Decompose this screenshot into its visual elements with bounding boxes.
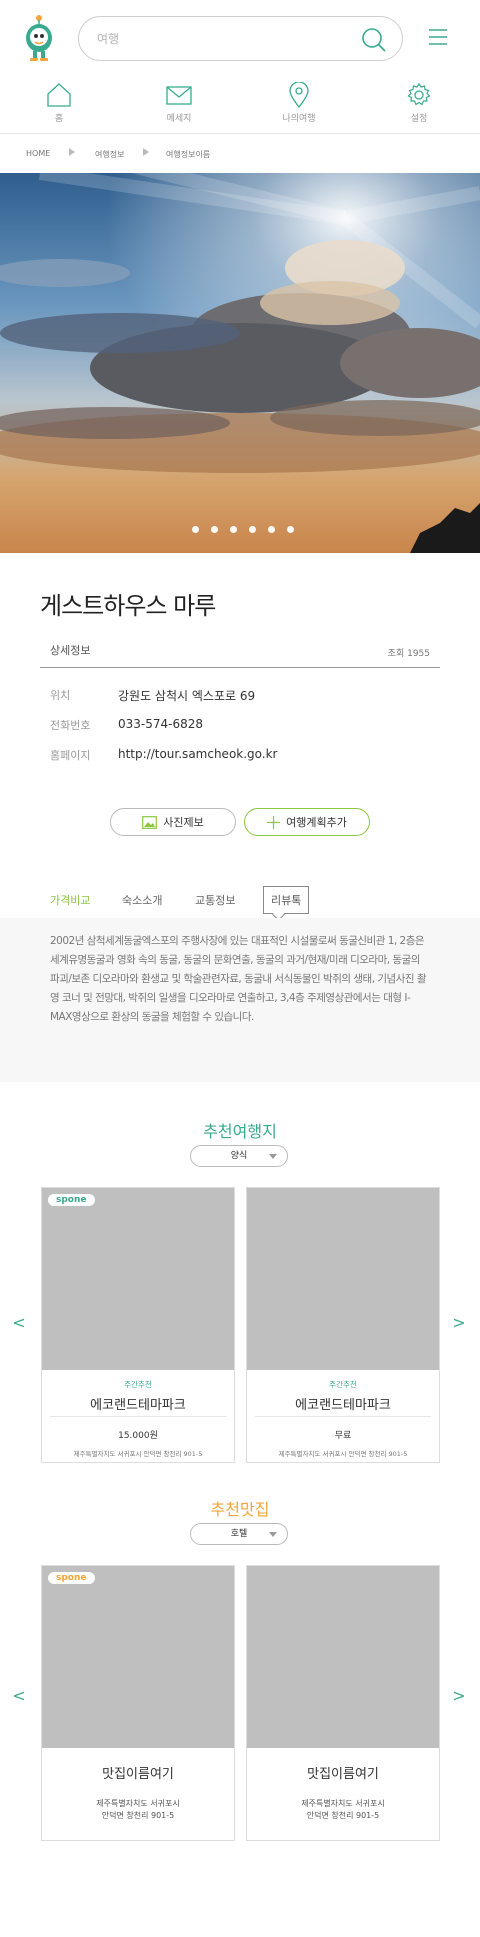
breadcrumb-separator-icon: [143, 148, 149, 156]
select-value: 호텔: [230, 1529, 248, 1539]
breadcrumb-travel-info[interactable]: 여행정보: [95, 149, 124, 160]
nav-item-settings[interactable]: 설정: [369, 82, 469, 132]
hero-sky-image: [0, 173, 480, 553]
description-text: 2002년 삼척세계동굴엑스포의 주행사장에 있는 대표적인 시설물로써 동굴신…: [50, 935, 427, 1023]
home-icon: [47, 83, 71, 107]
card-address: 제주특별자치도 서귀포시 안덕면 창천리 901-5: [278, 1450, 408, 1458]
carousel-prev-button[interactable]: <: [11, 1313, 27, 1333]
hero-image-slider[interactable]: [0, 173, 480, 553]
rec-travel-card[interactable]: spone 주간추천 에코랜드테마파크 15.000원 제주특별자치도 서귀포시…: [41, 1187, 235, 1463]
breadcrumb-separator-icon: [69, 148, 75, 156]
card-name: 맛집이름여기: [307, 1767, 379, 1782]
carousel-next-button[interactable]: >: [451, 1313, 467, 1333]
nav-item-message[interactable]: 메세지: [129, 82, 229, 132]
description-panel: 2002년 삼척세계동굴엑스포의 주행사장에 있는 대표적인 시설물로써 동굴신…: [0, 918, 480, 1082]
info-key: 위치: [50, 689, 71, 702]
section-title-rec-food: 추천맛집: [210, 1500, 270, 1519]
slider-dot[interactable]: [249, 526, 256, 533]
card-name: 에코랜드테마파크: [295, 1398, 391, 1413]
card-name: 에코랜드테마파크: [90, 1398, 186, 1413]
card-subtitle: 주간추천: [124, 1380, 152, 1389]
card-subtitle: 주간추천: [329, 1380, 357, 1389]
add-travel-plan-button[interactable]: 여행계획추가: [244, 808, 370, 836]
page-title: 게스트하우스 마루: [40, 592, 216, 620]
rec-food-card[interactable]: 맛집이름여기 제주특별자치도 서귀포시 안덕면 창천리 901-5: [246, 1565, 440, 1841]
card-address-line2: 안덕면 창천리 901-5: [306, 1811, 380, 1820]
view-count: 조회 1955: [387, 649, 430, 659]
card-name: 맛집이름여기: [102, 1767, 174, 1782]
photo-report-button[interactable]: 사진제보: [110, 808, 236, 836]
nav-label-message: 메세지: [166, 114, 192, 124]
info-key: 전화번호: [50, 719, 91, 732]
carousel-prev-button[interactable]: <: [11, 1686, 27, 1706]
mail-icon: [166, 86, 192, 105]
slider-dot[interactable]: [230, 526, 237, 533]
tab-lodging-intro[interactable]: 숙소소개: [122, 892, 162, 908]
nav-item-home[interactable]: 홈: [9, 82, 109, 132]
card-thumbnail: [42, 1188, 234, 1370]
tab-price-compare[interactable]: 가격비교: [50, 892, 90, 908]
picture-icon: [142, 815, 158, 829]
homepage-link[interactable]: http://tour.samcheok.go.kr: [118, 747, 278, 761]
card-address-line1: 제주특별자치도 서귀포시: [301, 1799, 385, 1808]
card-thumbnail: [247, 1566, 439, 1748]
card-divider: [255, 1416, 431, 1417]
breadcrumb: HOME 여행정보 여행정보이름: [0, 135, 480, 173]
rec-travel-filter-select[interactable]: 양식: [190, 1145, 288, 1167]
select-value: 양식: [230, 1151, 248, 1161]
quick-nav: 홈 메세지 나의여행 설정: [0, 78, 480, 134]
location-pin-icon: [289, 82, 309, 108]
section-title-rec-travel: 추천여행지: [203, 1122, 277, 1141]
sponsor-badge: spone: [48, 1572, 95, 1584]
detail-header: 상세정보 조회 1955: [40, 642, 440, 668]
tab-review-talk[interactable]: 리뷰톡: [263, 886, 310, 914]
chevron-down-icon: [269, 1154, 277, 1159]
slider-dot[interactable]: [268, 526, 275, 533]
add-travel-plan-label: 여행계획추가: [286, 816, 347, 829]
plus-icon: [267, 815, 281, 829]
rec-food-card[interactable]: spone 맛집이름여기 제주특별자치도 서귀포시 안덕면 창천리 901-5: [41, 1565, 235, 1841]
breadcrumb-home[interactable]: HOME: [26, 149, 50, 158]
card-price: 무료: [334, 1431, 352, 1441]
info-value: 강원도 삼척시 엑스포로 69: [118, 689, 256, 703]
nav-label-settings: 설정: [410, 114, 428, 124]
card-divider: [50, 1416, 226, 1417]
nav-label-home: 홈: [54, 114, 64, 124]
nav-item-my-trip[interactable]: 나의여행: [249, 82, 349, 132]
search-bar: [78, 16, 403, 61]
tab-transport-info[interactable]: 교통정보: [195, 892, 235, 908]
search-input[interactable]: [97, 28, 337, 50]
slider-dots: [0, 526, 480, 536]
search-icon[interactable]: [360, 26, 388, 54]
gear-icon: [407, 82, 431, 106]
slider-dot[interactable]: [192, 526, 199, 533]
app-logo-icon[interactable]: [24, 14, 54, 62]
carousel-next-button[interactable]: >: [451, 1686, 467, 1706]
card-address-line2: 안덕면 창천리 901-5: [101, 1811, 175, 1820]
slider-dot[interactable]: [211, 526, 218, 533]
breadcrumb-current: 여행정보이름: [166, 150, 211, 159]
detail-label: 상세정보: [50, 644, 91, 657]
card-thumbnail: [42, 1566, 234, 1748]
tab-bar: 가격비교 숙소소개 교통정보 리뷰톡: [0, 886, 480, 916]
card-address: 제주특별자치도 서귀포시 안덕면 창천리 901-5: [73, 1450, 203, 1458]
card-thumbnail: [247, 1188, 439, 1370]
info-key: 홈페이지: [50, 749, 91, 762]
card-address-line1: 제주특별자치도 서귀포시: [96, 1799, 180, 1808]
chevron-down-icon: [269, 1532, 277, 1537]
slider-dot[interactable]: [287, 526, 294, 533]
card-price: 15.000원: [118, 1431, 158, 1441]
rec-food-filter-select[interactable]: 호텔: [190, 1523, 288, 1545]
nav-label-my-trip: 나의여행: [282, 114, 316, 124]
hamburger-menu-icon[interactable]: [427, 26, 449, 48]
sponsor-badge: spone: [48, 1194, 95, 1206]
photo-report-label: 사진제보: [163, 816, 204, 829]
phone-link[interactable]: 033-574-6828: [118, 717, 203, 731]
header: [0, 0, 480, 76]
rec-travel-card[interactable]: 주간추천 에코랜드테마파크 무료 제주특별자치도 서귀포시 안덕면 창천리 90…: [246, 1187, 440, 1463]
